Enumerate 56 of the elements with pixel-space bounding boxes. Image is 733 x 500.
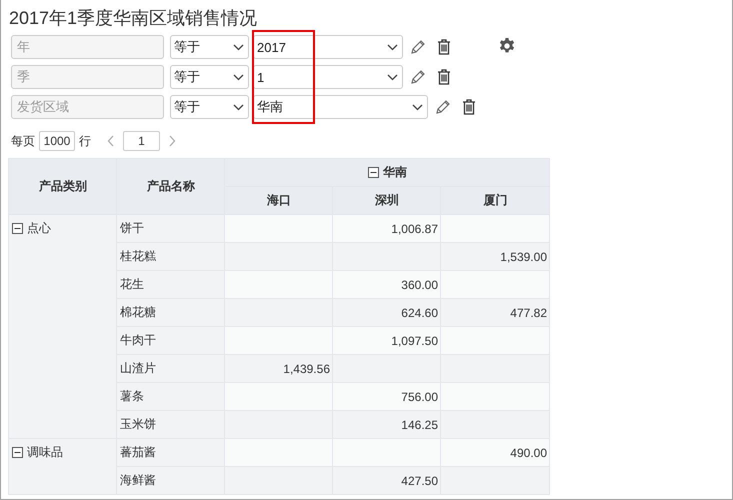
pencil-icon[interactable] xyxy=(434,98,452,116)
per-page-label: 每页 xyxy=(11,132,35,150)
product-cell: 花生 xyxy=(116,270,224,298)
collapse-icon[interactable] xyxy=(12,447,23,458)
chevron-icon xyxy=(233,74,244,80)
product-cell: 薯条 xyxy=(116,382,224,410)
category-label: 点心 xyxy=(27,220,51,237)
collapse-icon[interactable] xyxy=(12,223,23,234)
group-label: 华南 xyxy=(383,164,407,181)
column-header: 海口 xyxy=(224,186,332,214)
value-cell: 146.25 xyxy=(332,410,440,438)
chevron-icon xyxy=(387,44,398,50)
pencil-icon[interactable] xyxy=(409,38,427,56)
value-dropdown[interactable]: 1 xyxy=(253,65,403,89)
value-cell: 1,439.56 xyxy=(224,354,332,382)
chevron-icon xyxy=(233,44,244,50)
rows-label: 行 xyxy=(79,132,91,150)
product-cell: 玉米饼 xyxy=(116,410,224,438)
value-dropdown[interactable]: 2017 xyxy=(253,35,403,59)
category-label: 调味品 xyxy=(27,444,63,461)
column-header: 深圳 xyxy=(332,186,440,214)
product-cell: 饼干 xyxy=(116,214,224,242)
product-cell: 棉花糖 xyxy=(116,298,224,326)
product-cell: 桂花糕 xyxy=(116,242,224,270)
chevron-icon xyxy=(387,74,398,80)
operator-dropdown[interactable]: 等于 xyxy=(170,95,249,119)
product-cell: 牛肉干 xyxy=(116,326,224,354)
chevron-icon xyxy=(412,104,423,110)
operator-dropdown[interactable]: 等于 xyxy=(170,65,249,89)
value-cell: 427.50 xyxy=(332,466,440,494)
trash-icon[interactable] xyxy=(437,39,451,55)
report-title: 2017年1季度华南区域销售情况 xyxy=(9,7,258,29)
value-cell: 477.82 xyxy=(440,298,550,326)
column-header: 产品类别 xyxy=(8,158,116,214)
product-cell: 蕃茄酱 xyxy=(116,438,224,466)
column-header: 厦门 xyxy=(440,186,550,214)
product-cell: 海鲜酱 xyxy=(116,466,224,494)
value-dropdown[interactable]: 华南 xyxy=(253,95,428,119)
value-cell: 1,097.50 xyxy=(332,326,440,354)
page-number-input[interactable]: 1 xyxy=(123,131,160,151)
operator-dropdown[interactable]: 等于 xyxy=(170,35,249,59)
page-size-input[interactable]: 1000 xyxy=(39,131,75,151)
pencil-icon[interactable] xyxy=(409,68,427,86)
column-header: 产品名称 xyxy=(116,158,224,214)
product-cell: 山渣片 xyxy=(116,354,224,382)
chevron-icon xyxy=(233,104,244,110)
value-cell: 756.00 xyxy=(332,382,440,410)
settings-icon[interactable] xyxy=(498,37,516,55)
value-cell: 1,539.00 xyxy=(440,242,550,270)
trash-icon[interactable] xyxy=(437,69,451,85)
value-cell: 624.60 xyxy=(332,298,440,326)
value-cell: 360.00 xyxy=(332,270,440,298)
trash-icon[interactable] xyxy=(462,99,476,115)
value-cell: 490.00 xyxy=(440,438,550,466)
value-cell: 1,006.87 xyxy=(332,214,440,242)
collapse-icon[interactable] xyxy=(368,167,379,178)
